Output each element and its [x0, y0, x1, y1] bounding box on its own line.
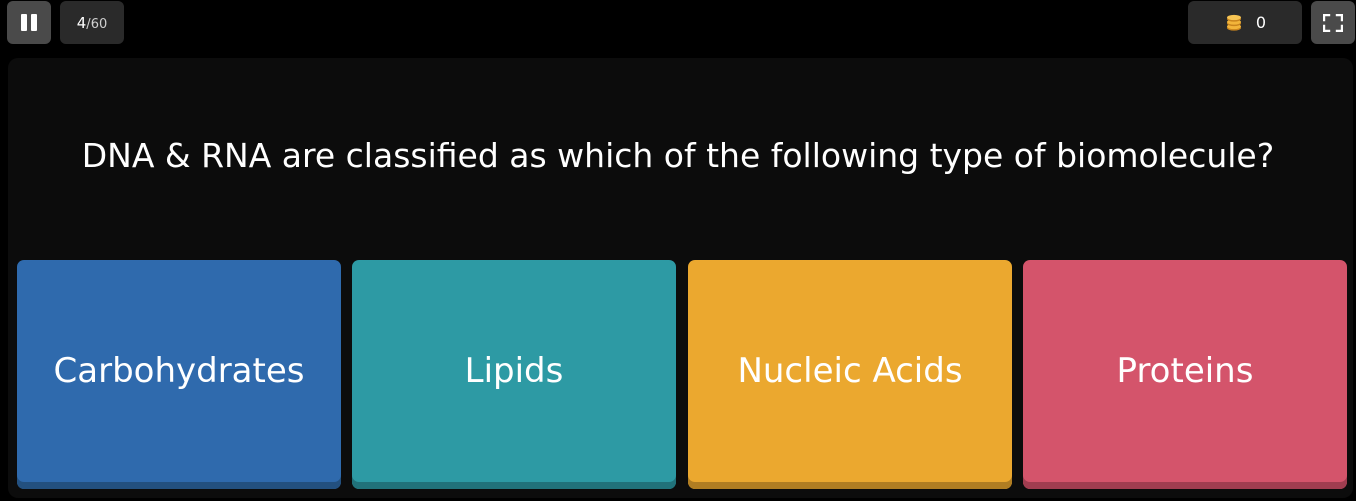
progress-current: 4 [76, 14, 87, 32]
coin-count: 0 [1255, 13, 1267, 32]
answer-options: Carbohydrates Lipids Nucleic Acids Prote… [17, 260, 1348, 489]
question-progress: 4 / 60 [60, 1, 124, 44]
pause-icon [21, 14, 27, 31]
answer-option-carbohydrates[interactable]: Carbohydrates [17, 260, 341, 489]
answer-option-nucleic-acids[interactable]: Nucleic Acids [688, 260, 1012, 489]
answer-option-proteins[interactable]: Proteins [1023, 260, 1347, 489]
question-text: DNA & RNA are classified as which of the… [81, 136, 1275, 175]
pause-button[interactable] [7, 1, 51, 44]
fullscreen-button[interactable] [1311, 1, 1355, 44]
coin-stack-icon [1226, 14, 1241, 31]
top-bar: 4 / 60 0 [0, 0, 1356, 52]
answer-option-lipids[interactable]: Lipids [352, 260, 676, 489]
fullscreen-icon [1323, 13, 1343, 32]
pause-icon-bar [31, 14, 37, 31]
coin-counter: 0 [1188, 1, 1302, 44]
progress-total: 60 [90, 17, 108, 32]
